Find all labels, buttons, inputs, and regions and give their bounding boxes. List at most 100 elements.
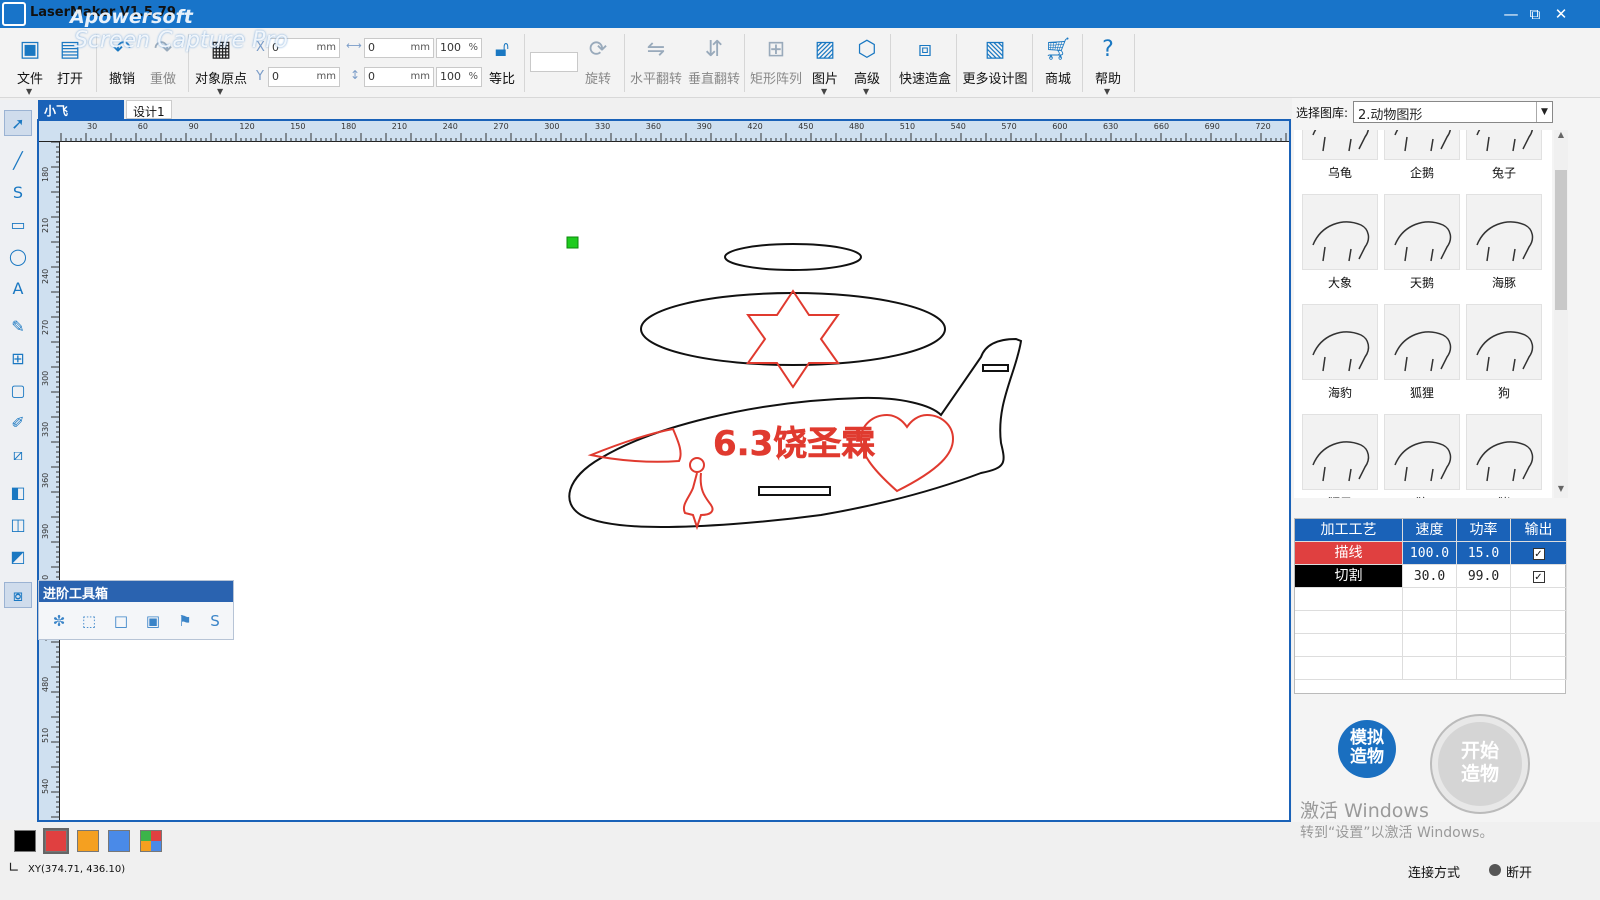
arrange-tool-icon[interactable]: ◩ xyxy=(4,544,32,570)
gallery-item[interactable]: 大象 xyxy=(1302,194,1378,300)
gallery-item[interactable]: 狗 xyxy=(1466,304,1542,410)
left-ruler: 180210240270300330360390420450480510540 xyxy=(39,142,60,820)
close-button[interactable]: ✕ xyxy=(1550,4,1572,24)
power-value[interactable]: 15.0 xyxy=(1457,542,1511,565)
cockpit-shape[interactable] xyxy=(587,427,682,463)
table-row[interactable]: 描线 100.0 15.0 ✓ xyxy=(1295,542,1567,565)
minimize-button[interactable]: — xyxy=(1500,4,1522,24)
scroll-thumb[interactable] xyxy=(1555,170,1567,310)
tab-xiaofeiji[interactable]: 小飞机.lcp✕ xyxy=(38,100,124,135)
start-button[interactable]: 开始 造物 xyxy=(1432,716,1528,812)
scroll-up-icon[interactable]: ▲ xyxy=(1554,130,1568,144)
speed-value[interactable]: 100.0 xyxy=(1403,542,1457,565)
gallery-item[interactable]: 兔子 xyxy=(1466,130,1542,190)
help-button[interactable]: ? 帮助 ▼ xyxy=(1086,32,1130,96)
gallery-item[interactable]: 狮子 xyxy=(1302,414,1378,498)
gallery-item-label: 狼 xyxy=(1384,494,1460,498)
tag-shape-icon[interactable]: ⬚ xyxy=(79,611,99,631)
ellipse-tool-icon[interactable]: ◯ xyxy=(4,244,32,270)
help-icon: ? xyxy=(1102,37,1114,62)
color-swatch-blue[interactable] xyxy=(108,830,130,852)
line-tool-icon[interactable]: ╱ xyxy=(4,148,32,174)
speed-value[interactable]: 30.0 xyxy=(1403,565,1457,588)
rotate-angle-field[interactable] xyxy=(530,52,578,72)
ruler-tool-icon[interactable]: ⧄ xyxy=(4,442,32,468)
drawing-area[interactable]: 6.3饶圣霖 xyxy=(61,143,1289,820)
gallery-item[interactable]: 狼 xyxy=(1384,414,1460,498)
text-tool-icon[interactable]: A xyxy=(4,276,32,302)
tab-design1[interactable]: 设计1 xyxy=(126,100,172,119)
flip-vertical-button[interactable]: ⇵ 垂直翻转 xyxy=(686,32,742,94)
align-tool-icon[interactable]: ◧ xyxy=(4,480,32,506)
spiral-icon[interactable]: S xyxy=(205,611,225,631)
height-field[interactable]: 0 mm xyxy=(364,67,434,87)
connection-mode-button[interactable]: 连接方式 xyxy=(1408,862,1460,881)
animal-thumbnail xyxy=(1466,130,1542,160)
color-swatch-red[interactable] xyxy=(43,828,69,854)
gallery-item-label: 狐狸 xyxy=(1409,386,1434,400)
image-button[interactable]: ▨ 图片 ▼ xyxy=(804,32,846,96)
gallery-item[interactable]: 猪 xyxy=(1466,414,1542,498)
gallery-item[interactable]: 天鹅 xyxy=(1384,194,1460,300)
output-checkbox[interactable]: ✓ xyxy=(1532,571,1545,583)
output-cell[interactable]: ✓ xyxy=(1511,565,1567,588)
gear-pattern-icon[interactable]: ✼ xyxy=(49,611,69,631)
power-value[interactable]: 99.0 xyxy=(1457,565,1511,588)
process-name[interactable]: 切割 xyxy=(1295,565,1403,588)
restore-button[interactable]: ⧉ xyxy=(1524,4,1546,24)
gallery-item[interactable]: 狐狸 xyxy=(1384,304,1460,410)
rotate-button[interactable]: ⟳ 旋转 xyxy=(574,32,622,94)
tail-window[interactable] xyxy=(982,364,1009,372)
color-swatch-orange[interactable] xyxy=(77,830,99,852)
gallery-item[interactable]: 海豹 xyxy=(1302,304,1378,410)
hub-ellipse[interactable] xyxy=(640,292,946,366)
design-gallery-icon: ▧ xyxy=(984,37,1006,62)
color-swatch-black[interactable] xyxy=(14,830,36,852)
gallery-scrollbar[interactable]: ▲ ▼ xyxy=(1554,130,1568,498)
rect-array-button[interactable]: ⊞ 矩形阵列 xyxy=(748,32,804,94)
gallery-item-label: 企鹅 xyxy=(1409,166,1434,180)
chevron-down-icon: ▼ xyxy=(26,87,33,96)
design-canvas[interactable]: 30 60 90 120 150 180 210 240 270 300 330 360 390 420 4… xyxy=(37,119,1291,822)
gallery-item[interactable]: 海豚 xyxy=(1466,194,1542,300)
table-tool-icon[interactable]: ⊞ xyxy=(4,346,32,372)
select-tool-icon[interactable]: ➚ xyxy=(4,110,32,136)
output-checkbox[interactable]: ✓ xyxy=(1532,548,1545,560)
simulate-button[interactable]: 模拟 造物 xyxy=(1338,720,1396,778)
scroll-down-icon[interactable]: ▼ xyxy=(1554,484,1568,498)
color-picker-icon[interactable] xyxy=(140,830,162,852)
rectangle-tool-icon[interactable]: ▭ xyxy=(4,212,32,238)
output-cell[interactable]: ✓ xyxy=(1511,542,1567,565)
library-select[interactable]: 2.动物图形 ▼ xyxy=(1353,101,1553,123)
process-name[interactable]: 描线 xyxy=(1295,542,1403,565)
table-row[interactable]: 切割 30.0 99.0 ✓ xyxy=(1295,565,1567,588)
shop-button[interactable]: 🛒︎ 商城 xyxy=(1036,32,1080,94)
curve-tool-icon[interactable]: S xyxy=(4,180,32,206)
more-designs-button[interactable]: ▧ 更多设计图 xyxy=(960,32,1030,94)
width-field[interactable]: 0 mm xyxy=(364,38,434,58)
figure-shape[interactable] xyxy=(683,457,714,531)
page-tool-icon[interactable]: ▢ xyxy=(4,378,32,404)
y-position-field[interactable]: 0 mm xyxy=(268,67,340,87)
proportional-toggle[interactable]: 🔓︎ 等比 xyxy=(482,32,522,94)
animal-thumbnail xyxy=(1302,414,1378,490)
toolbox-icon[interactable]: ⧇ xyxy=(4,582,32,608)
pen-tool-icon[interactable]: ✎ xyxy=(4,314,32,340)
square-icon[interactable]: □ xyxy=(111,611,131,631)
origin-marker[interactable] xyxy=(566,236,579,249)
distribute-tool-icon[interactable]: ◫ xyxy=(4,512,32,538)
frame-icon[interactable]: ▣ xyxy=(143,611,163,631)
scale-height-field[interactable]: 100% xyxy=(436,67,482,87)
flip-horizontal-button[interactable]: ⇋ 水平翻转 xyxy=(628,32,684,94)
scale-width-field[interactable]: 100% xyxy=(436,38,482,58)
body-window[interactable] xyxy=(758,486,831,496)
star-shape[interactable] xyxy=(746,289,840,389)
gallery-item[interactable]: 企鹅 xyxy=(1384,130,1460,190)
quick-box-button[interactable]: ⧈ 快速造盒 xyxy=(896,32,954,94)
edit-tool-icon[interactable]: ✐ xyxy=(4,410,32,436)
gallery-item[interactable]: 乌龟 xyxy=(1302,130,1378,190)
rotor-ellipse[interactable] xyxy=(724,243,862,271)
engraving-text[interactable]: 6.3饶圣霖 xyxy=(713,424,876,465)
flag-icon[interactable]: ⚑ xyxy=(175,611,195,631)
advanced-button[interactable]: ⬡ 高级 ▼ xyxy=(846,32,888,96)
